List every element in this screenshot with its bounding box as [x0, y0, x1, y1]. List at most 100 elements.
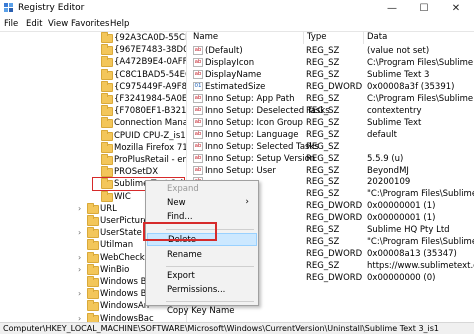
minimize-button[interactable]: —	[376, 0, 408, 18]
value-row[interactable]: 01 EstimatedSize REG_DWORD 0x00008a3f (3539…	[190, 81, 474, 93]
folder-icon	[101, 80, 113, 92]
tree-item[interactable]: {F7080EF1-B321-4	[0, 105, 186, 118]
tree-item-label: WIC	[114, 191, 131, 202]
value-type: REG_DWORD	[306, 201, 363, 212]
tree-item[interactable]: ProPlusRetail - en-	[0, 154, 186, 167]
value-type: REG_SZ	[306, 129, 340, 140]
menu-item-label: Rename	[167, 249, 202, 260]
tree-item[interactable]: {A472B9E4-0AFF-4	[0, 56, 186, 69]
menu-item-expand[interactable]: Expand	[147, 183, 257, 196]
value-row[interactable]: ab Inno Setup: Deselected Tasks REG_SZ cont…	[190, 105, 474, 117]
folder-icon	[101, 141, 113, 153]
value-row[interactable]: ab (Default) REG_SZ (value not set)	[190, 45, 474, 57]
tree-item-label: Mozilla Firefox 71	[114, 142, 186, 153]
value-type: REG_DWORD	[306, 213, 363, 224]
menu-item-new[interactable]: New ›	[147, 197, 257, 210]
tree-item-label: URL	[100, 203, 117, 214]
column-header-name[interactable]: Name	[190, 32, 304, 44]
submenu-arrow-icon: ›	[245, 197, 249, 208]
value-data: BeyondMJ	[367, 165, 409, 176]
folder-icon	[87, 239, 99, 251]
menu-item-label: Expand	[167, 184, 199, 194]
tree-item[interactable]: CPUID CPU-Z_is1	[0, 129, 186, 143]
value-type: REG_SZ	[306, 93, 340, 104]
folder-icon	[87, 251, 99, 263]
value-type: REG_DWORD	[306, 249, 363, 260]
registry-editor-icon	[4, 3, 13, 12]
folder-icon	[101, 154, 113, 165]
menu-item-export[interactable]: Export	[147, 270, 257, 283]
maximize-button[interactable]: ☐	[408, 0, 440, 18]
tree-item-label: WinBio	[100, 264, 130, 275]
menu-view[interactable]: View	[48, 19, 68, 29]
folder-icon	[87, 276, 99, 287]
value-data: 5.5.9 (u)	[367, 153, 404, 164]
tree-item[interactable]: {C8C1BAD5-54E6-	[0, 68, 186, 82]
string-value-icon: ab	[193, 117, 203, 127]
menu-separator	[166, 301, 254, 303]
value-type: REG_SZ	[306, 237, 340, 248]
tree-item[interactable]: Connection Mana	[0, 117, 186, 130]
value-row[interactable]: ab Inno Setup: App Path REG_SZ C:\Program F…	[190, 93, 474, 105]
menu-item-copy-key-name[interactable]: Copy Key Name	[147, 305, 257, 318]
expand-chevron-icon[interactable]: ›	[78, 253, 81, 262]
menu-separator	[166, 265, 254, 267]
value-data: 0x00000001 (1)	[367, 213, 436, 224]
string-value-icon: ab	[193, 141, 203, 151]
value-data: Sublime Text 3	[367, 69, 430, 80]
tree-item[interactable]: Mozilla Firefox 71	[0, 141, 186, 155]
folder-icon	[87, 263, 99, 275]
string-value-icon: ab	[193, 105, 203, 115]
string-value-icon: ab	[193, 57, 203, 67]
column-header-data[interactable]: Data	[364, 32, 474, 44]
tree-item-label: Utilman	[100, 240, 134, 251]
menu-item-permissions[interactable]: Permissions...	[147, 284, 257, 297]
title-bar: Registry Editor — ☐ ✕	[0, 0, 474, 18]
registry-path: Computer\HKEY_LOCAL_MACHINE\SOFTWARE\Mic…	[3, 324, 440, 333]
value-type: REG_SZ	[306, 225, 340, 236]
value-row[interactable]: ab Inno Setup: Language REG_SZ default	[190, 129, 474, 141]
value-data: Sublime Text	[367, 117, 422, 128]
value-type: REG_SZ	[306, 177, 340, 188]
folder-icon	[87, 215, 99, 226]
menu-help[interactable]: Help	[110, 19, 129, 29]
value-type: REG_SZ	[306, 189, 340, 200]
tree-item[interactable]: {C975449F-A9F8-4	[0, 80, 186, 94]
value-row[interactable]: ab Inno Setup: Setup Version REG_SZ 5.5.9 (…	[190, 153, 474, 165]
value-data: 20200109	[367, 177, 411, 188]
menu-item-label: Find...	[167, 212, 193, 223]
value-name: (Default)	[205, 46, 243, 56]
value-data: "C:\Program Files\Sublime Text 3	[367, 237, 474, 248]
value-data: "C:\Program Files\Sublime Text 3	[367, 189, 474, 200]
value-row[interactable]: ab Inno Setup: User REG_SZ BeyondMJ	[190, 165, 474, 177]
expand-chevron-icon[interactable]: ›	[78, 314, 81, 322]
menu-edit[interactable]: Edit	[26, 19, 42, 29]
menu-item-rename[interactable]: Rename	[147, 249, 257, 262]
value-type: REG_SZ	[306, 141, 340, 152]
folder-icon	[87, 288, 99, 300]
column-header-type[interactable]: Type	[304, 32, 364, 44]
string-value-icon: ab	[193, 46, 203, 55]
close-button[interactable]: ✕	[440, 0, 472, 18]
expand-chevron-icon[interactable]: ›	[78, 204, 81, 213]
expand-chevron-icon[interactable]: ›	[78, 265, 81, 274]
value-row[interactable]: ab DisplayName REG_SZ Sublime Text 3	[190, 69, 474, 81]
folder-icon	[101, 178, 113, 190]
value-row[interactable]: ab Inno Setup: Icon Group REG_SZ Sublime Te…	[190, 117, 474, 129]
value-row[interactable]: ab Inno Setup: Selected Tasks REG_SZ	[190, 141, 474, 153]
tree-item[interactable]: {967E7483-38D0-4	[0, 44, 186, 57]
folder-icon	[101, 166, 113, 178]
value-type: REG_SZ	[306, 57, 340, 68]
expand-chevron-icon[interactable]: ›	[78, 289, 81, 298]
value-name: DisplayName	[205, 69, 262, 80]
value-row[interactable]: ab DisplayIcon REG_SZ C:\Program Files\Subl…	[190, 57, 474, 69]
value-data: 0x00000001 (1)	[367, 201, 436, 212]
menu-favorites[interactable]: Favorites	[71, 19, 109, 29]
tree-item[interactable]: {92A3CA0D-55CD-	[0, 32, 186, 45]
expand-chevron-icon[interactable]: ›	[78, 228, 81, 237]
value-type: REG_SZ	[306, 69, 340, 80]
value-name: DisplayIcon	[205, 57, 255, 68]
string-value-icon: ab	[193, 153, 203, 163]
tree-item[interactable]: {F3241984-5A0E-4	[0, 93, 186, 106]
menu-file[interactable]: File	[4, 19, 18, 29]
